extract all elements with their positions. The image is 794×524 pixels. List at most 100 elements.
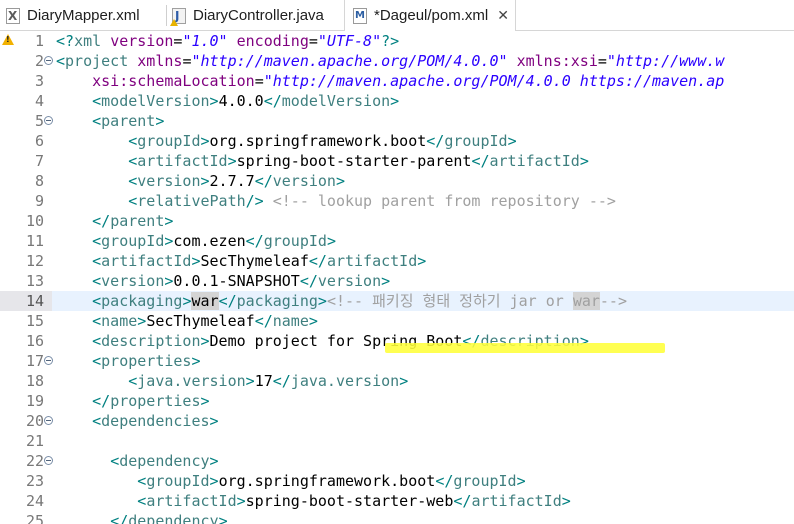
- line-number: 5: [34, 112, 44, 130]
- code-line[interactable]: 25 </dependency>: [0, 511, 794, 524]
- fold-collapse-icon[interactable]: [44, 116, 53, 125]
- code-token: >: [326, 232, 336, 250]
- code-token: relativePath: [137, 192, 246, 210]
- code-text: <groupId>com.ezen</groupId>: [56, 231, 336, 251]
- code-line[interactable]: 9 <relativePath/> <!-- lookup parent fro…: [0, 191, 794, 211]
- code-token: <: [128, 192, 138, 210]
- code-text: <relativePath/> <!-- lookup parent from …: [56, 191, 616, 211]
- code-token: <: [137, 492, 147, 510]
- code-token: >: [209, 412, 219, 430]
- code-line[interactable]: 8 <version>2.7.7</version>: [0, 171, 794, 191]
- code-token: </: [218, 292, 237, 310]
- line-number: 10: [25, 212, 44, 230]
- line-number: 14: [25, 292, 44, 310]
- code-line[interactable]: 7 <artifactId>spring-boot-starter-parent…: [0, 151, 794, 171]
- code-token: artifactId: [326, 252, 418, 270]
- line-number: 11: [25, 232, 44, 250]
- code-token: <: [92, 412, 102, 430]
- code-line[interactable]: 12 <artifactId>SecThymeleaf</artifactId>: [0, 251, 794, 271]
- code-line[interactable]: 19 </properties>: [0, 391, 794, 411]
- fold-collapse-icon[interactable]: [44, 356, 53, 365]
- code-text: xsi:schemaLocation="http://maven.apache.…: [56, 71, 724, 91]
- code-token: artifactId: [101, 252, 192, 270]
- code-token: "http://maven.apache.org/POM/4.0.0 https…: [263, 72, 725, 90]
- code-token: >: [417, 252, 427, 270]
- close-tab-icon[interactable]: ✕: [497, 7, 509, 24]
- code-line[interactable]: 1 <?xml version="1.0" encoding="UTF-8"?>: [0, 31, 794, 51]
- code-line[interactable]: 11 <groupId>com.ezen</groupId>: [0, 231, 794, 251]
- fold-collapse-icon[interactable]: [44, 416, 53, 425]
- code-token: SecThymeleaf: [146, 312, 255, 330]
- code-line[interactable]: 5 <parent>: [0, 111, 794, 131]
- code-token: groupId: [146, 472, 210, 490]
- code-token: <: [92, 332, 102, 350]
- code-token: <: [92, 252, 102, 270]
- code-token: modelVersion: [101, 92, 210, 110]
- code-token: version: [272, 172, 336, 190]
- code-line[interactable]: 13 <version>0.0.1-SNAPSHOT</version>: [0, 271, 794, 291]
- code-token: >: [308, 312, 318, 330]
- code-token: description: [101, 332, 201, 350]
- code-line[interactable]: 6 <groupId>org.springframework.boot</gro…: [0, 131, 794, 151]
- code-token: encoding: [236, 32, 309, 50]
- code-line[interactable]: 14 <packaging>war</packaging><!-- 패키징 형태…: [0, 291, 794, 311]
- code-line[interactable]: 21: [0, 431, 794, 451]
- code-line[interactable]: 17 <properties>: [0, 351, 794, 371]
- code-token: >: [209, 472, 219, 490]
- code-token: >: [390, 92, 400, 110]
- code-line[interactable]: 20 <dependencies>: [0, 411, 794, 431]
- code-token: artifactId: [146, 492, 237, 510]
- code-token: </: [92, 392, 111, 410]
- code-token: "UTF-8": [317, 32, 382, 50]
- fold-collapse-icon[interactable]: [44, 56, 53, 65]
- code-token: modelVersion: [281, 92, 391, 110]
- code-token: >: [218, 512, 228, 524]
- code-token: </: [254, 312, 273, 330]
- code-text: </parent>: [56, 211, 173, 231]
- code-line[interactable]: 10 </parent>: [0, 211, 794, 231]
- code-line[interactable]: 15 <name>SecThymeleaf</name>: [0, 311, 794, 331]
- editor-tab-bar: X DiaryMapper.xml J DiaryController.java…: [0, 0, 794, 32]
- line-number: 13: [25, 272, 44, 290]
- line-number: 9: [34, 192, 44, 210]
- code-text: <artifactId>spring-boot-starter-web</art…: [56, 491, 571, 511]
- tab-divider: [166, 5, 167, 26]
- tab-label: DiaryController.java: [193, 7, 324, 24]
- code-token: artifactId: [471, 492, 562, 510]
- code-token: java.version: [290, 372, 400, 390]
- code-line[interactable]: 23 <groupId>org.springframework.boot</gr…: [0, 471, 794, 491]
- code-token: dependencies: [101, 412, 210, 430]
- code-token: groupId: [263, 232, 327, 250]
- xml-source-editor[interactable]: 1<?xml version="1.0" encoding="UTF-8"?>2…: [0, 31, 794, 524]
- code-text: <java.version>17</java.version>: [56, 371, 408, 391]
- code-line[interactable]: 24 <artifactId>spring-boot-starter-web</…: [0, 491, 794, 511]
- code-token: artifactId: [489, 152, 580, 170]
- line-number: 1: [34, 32, 44, 50]
- code-token: />: [245, 192, 264, 210]
- code-text: <artifactId>spring-boot-starter-parent</…: [56, 151, 589, 171]
- code-token: war: [572, 292, 600, 310]
- tab-diarymapper-xml[interactable]: X DiaryMapper.xml: [6, 0, 140, 31]
- code-text: <?xml version="1.0" encoding="UTF-8"?>: [56, 31, 399, 51]
- code-line[interactable]: 22 <dependency>: [0, 451, 794, 471]
- code-token: >: [507, 132, 517, 150]
- code-token: version: [137, 172, 201, 190]
- code-token: <: [92, 312, 102, 330]
- tab-pom-xml-active[interactable]: M *Dageul/pom.xml ✕: [344, 0, 516, 32]
- code-token: >: [317, 292, 327, 310]
- fold-collapse-icon[interactable]: [44, 456, 53, 465]
- code-line[interactable]: 3 xsi:schemaLocation="http://maven.apach…: [0, 71, 794, 91]
- code-line[interactable]: 18 <java.version>17</java.version>: [0, 371, 794, 391]
- code-token: <: [92, 92, 102, 110]
- code-token: >: [191, 252, 201, 270]
- code-token: </: [435, 472, 454, 490]
- code-line[interactable]: 4 <modelVersion>4.0.0</modelVersion>: [0, 91, 794, 111]
- tab-diarycontroller-java[interactable]: J DiaryController.java: [170, 0, 324, 31]
- code-line[interactable]: 2 <project xmlns = "http://maven.apache.org…: [0, 51, 794, 71]
- code-text: </properties>: [56, 391, 209, 411]
- code-token: xml: [74, 32, 102, 50]
